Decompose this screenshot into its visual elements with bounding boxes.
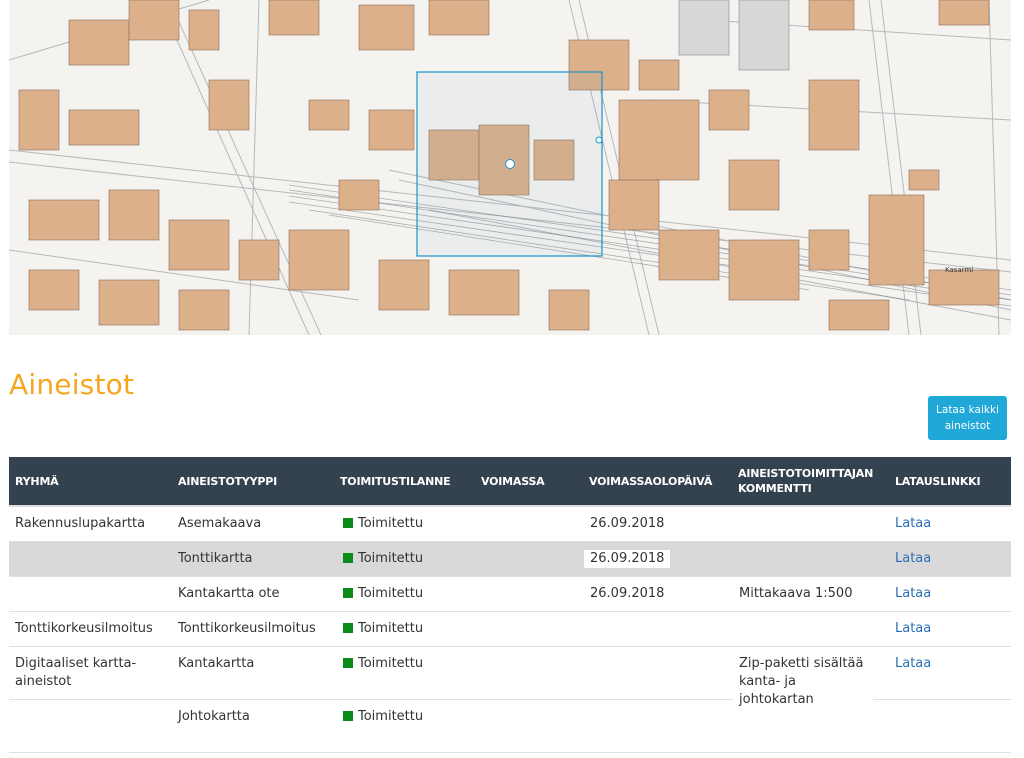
status-indicator-icon <box>343 588 353 598</box>
cell-status: Toimitettu <box>343 550 423 568</box>
status-indicator-icon <box>343 518 353 528</box>
table-row: Tonttikartta Toimitettu 26.09.2018 Lataa <box>9 542 1011 577</box>
table-row: Tonttikorkeusilmoitus Tonttikorkeusilmoi… <box>9 612 1011 647</box>
status-indicator-icon <box>343 623 353 633</box>
cell-type: Kantakartta ote <box>178 586 280 601</box>
table-row: Johtokartta Toimitettu <box>9 700 1011 753</box>
cell-status: Toimitettu <box>343 620 423 638</box>
table-header: RYHMÄ AINEISTOTYYPPI TOIMITUSTILANNE VOI… <box>9 457 1011 505</box>
status-indicator-icon <box>343 658 353 668</box>
materials-table: RYHMÄ AINEISTOTYYPPI TOIMITUSTILANNE VOI… <box>9 457 1011 753</box>
header-valid: VOIMASSA <box>481 474 545 488</box>
download-link[interactable]: Lataa <box>895 550 931 568</box>
download-link[interactable]: Lataa <box>895 620 931 638</box>
status-indicator-icon <box>343 711 353 721</box>
cell-type: Asemakaava <box>178 516 262 531</box>
cell-type: Tonttikartta <box>178 551 253 566</box>
cell-comment: Mittakaava 1:500 <box>733 585 859 603</box>
cell-status: Toimitettu <box>343 708 423 726</box>
cell-date: 26.09.2018 <box>584 550 671 568</box>
cell-group: Digitaaliset kartta-aineistot <box>15 656 137 689</box>
header-group: RYHMÄ <box>15 474 59 488</box>
download-all-button[interactable]: Lataa kaikki aineistot <box>928 396 1007 440</box>
download-link[interactable]: Lataa <box>895 655 931 673</box>
header-type: AINEISTOTYYPPI <box>178 474 278 488</box>
status-indicator-icon <box>343 553 353 563</box>
header-download-link: LATAUSLINKKI <box>895 474 981 488</box>
table-row: Rakennuslupakartta Asemakaava Toimitettu… <box>9 505 1011 542</box>
cell-date: 26.09.2018 <box>584 585 671 603</box>
map-canvas[interactable]: Kasarmi <box>9 0 1011 335</box>
map-street-label: Kasarmi <box>945 266 973 274</box>
cell-group: Tonttikorkeusilmoitus <box>15 621 153 636</box>
cell-status: Toimitettu <box>343 515 423 533</box>
section-title: Aineistot <box>9 368 135 401</box>
map-view[interactable]: Kasarmi <box>9 0 1011 335</box>
download-link[interactable]: Lataa <box>895 515 931 533</box>
download-link[interactable]: Lataa <box>895 585 931 603</box>
cell-group: Rakennuslupakartta <box>15 516 146 531</box>
cell-status: Toimitettu <box>343 585 423 603</box>
header-supplier-comment: AINEISTOTOIMITTAJAN KOMMENTTI <box>738 467 874 495</box>
table-row: Digitaaliset kartta-aineistot Kantakartt… <box>9 647 1011 709</box>
cell-status: Toimitettu <box>343 655 423 673</box>
cell-type: Kantakartta <box>178 656 255 671</box>
header-valid-date: VOIMASSAOLOPÄIVÄ <box>589 474 713 488</box>
cell-type: Johtokartta <box>178 709 250 724</box>
cell-type: Tonttikorkeusilmoitus <box>178 621 316 636</box>
table-row: Kantakartta ote Toimitettu 26.09.2018 Mi… <box>9 577 1011 612</box>
cell-date: 26.09.2018 <box>584 515 671 533</box>
header-status: TOIMITUSTILANNE <box>340 474 451 488</box>
